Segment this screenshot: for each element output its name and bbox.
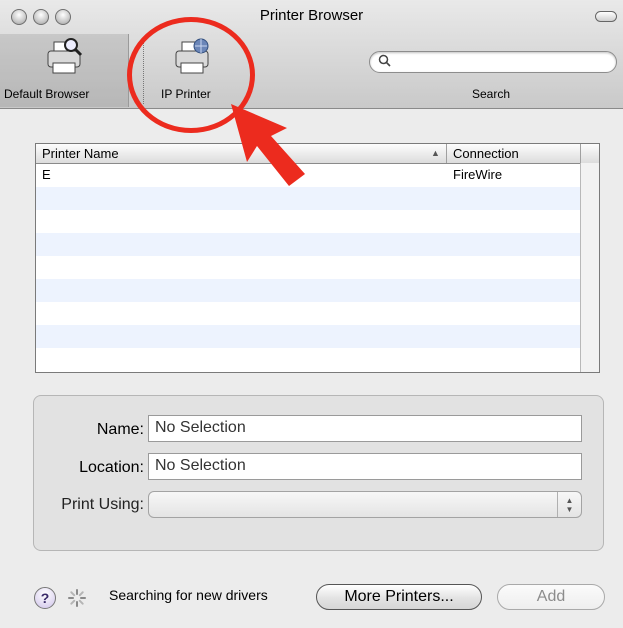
unified-toolbar: Printer Browser Default Browser IP Print…	[0, 0, 623, 109]
toolbar-toggle-button[interactable]	[595, 11, 617, 22]
default-browser-label: Default Browser	[4, 87, 90, 101]
empty-row	[36, 348, 581, 371]
sort-ascending-icon: ▲	[431, 148, 440, 158]
printer-name-cell: E	[42, 167, 51, 182]
annotation-arrow-icon	[231, 104, 305, 186]
column-divider	[446, 144, 447, 163]
empty-row	[36, 256, 581, 279]
search-label: Search	[472, 87, 511, 101]
table-scrollbar[interactable]	[580, 163, 599, 372]
search-field[interactable]	[369, 51, 617, 73]
location-label: Location:	[79, 459, 144, 476]
add-button[interactable]: Add	[497, 584, 605, 610]
help-button[interactable]: ?	[34, 587, 56, 609]
name-field[interactable]: No Selection	[148, 415, 582, 442]
search-icon	[378, 54, 392, 71]
empty-row	[36, 279, 581, 302]
column-divider	[580, 144, 581, 163]
empty-row	[36, 210, 581, 233]
empty-row	[36, 187, 581, 210]
more-printers-button[interactable]: More Printers...	[316, 584, 482, 610]
print-using-label: Print Using:	[61, 496, 144, 513]
location-field[interactable]: No Selection	[148, 453, 582, 480]
printer-browser-window: Printer Browser Default Browser IP Print…	[0, 0, 623, 628]
title-bar: Printer Browser	[0, 0, 623, 34]
status-text: Searching for new drivers	[109, 587, 268, 603]
column-header-printer-name[interactable]: Printer Name	[42, 146, 119, 161]
column-header-connection[interactable]: Connection	[453, 146, 519, 161]
printer-list-table[interactable]: Printer Name ▲ Connection E FireWire	[35, 143, 600, 373]
print-using-popup[interactable]: ▲ ▼	[148, 491, 582, 518]
table-header: Printer Name ▲ Connection	[36, 144, 599, 164]
name-label: Name:	[96, 421, 144, 438]
empty-row	[36, 302, 581, 325]
progress-spinner-icon	[68, 589, 86, 607]
default-browser-button[interactable]	[44, 34, 84, 78]
window-title: Printer Browser	[259, 7, 364, 24]
empty-row	[36, 233, 581, 256]
empty-row	[36, 325, 581, 348]
popup-arrows-icon: ▲ ▼	[557, 492, 581, 517]
printer-magnifier-icon	[47, 38, 83, 74]
connection-cell: FireWire	[453, 167, 503, 182]
